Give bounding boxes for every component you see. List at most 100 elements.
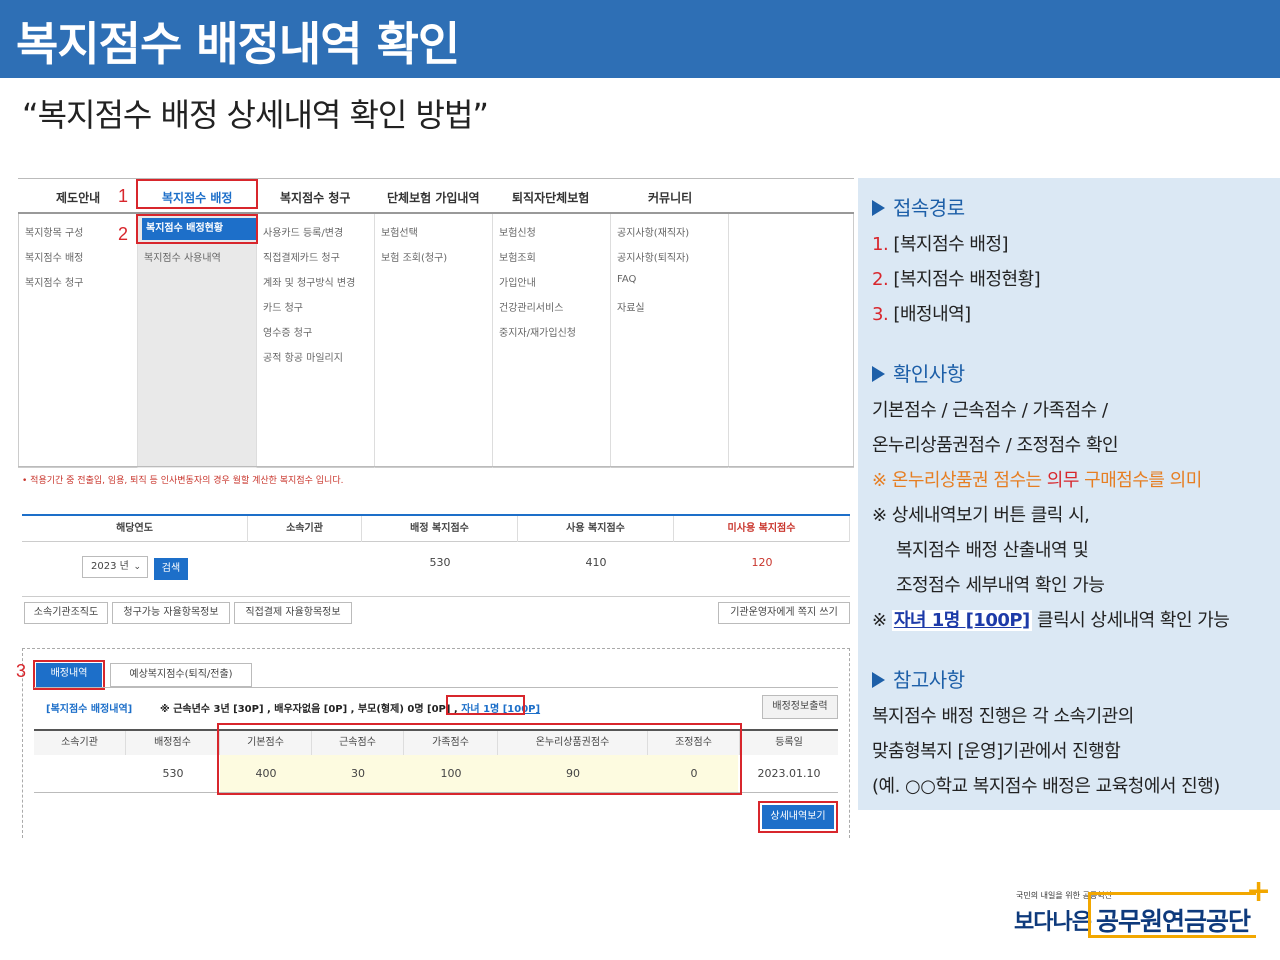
print-assignment-button[interactable]: 배정정보출력 bbox=[762, 695, 838, 719]
menu-item[interactable]: 공지사항(퇴직자) bbox=[617, 249, 689, 264]
logo-brand-name: 공무원연금공단 bbox=[1096, 907, 1251, 936]
menu-item[interactable]: 복지점수 청구 bbox=[25, 274, 83, 289]
menu-item[interactable]: FAQ bbox=[617, 274, 636, 285]
menu-item[interactable]: 복지항목 구성 bbox=[25, 224, 83, 239]
note-text: 구매점수를 의미 bbox=[1078, 470, 1202, 491]
heading-text: 참고사항 bbox=[893, 668, 965, 692]
step-number-2: 2 bbox=[118, 224, 129, 244]
menu-column-welfare-assign: 복지점수 배정현황 복지점수 사용내역 bbox=[138, 214, 257, 468]
divider bbox=[18, 466, 854, 467]
note-detail-line-3: 조정점수 세부내역 확인 가능 bbox=[896, 575, 1105, 596]
nav-item-welfare-claim[interactable]: 복지점수 청구 bbox=[280, 189, 350, 206]
menu-item[interactable]: 영수증 청구 bbox=[263, 324, 312, 339]
table-cell: 2023.01.10 bbox=[757, 767, 821, 780]
check-line-1: 기본점수 / 근속점수 / 가족점수 / bbox=[872, 400, 1108, 421]
menu-item[interactable]: 보험조회 bbox=[499, 249, 536, 264]
menu-item[interactable]: 복지점수 사용내역 bbox=[144, 249, 221, 264]
menu-item[interactable]: 자료실 bbox=[617, 299, 645, 314]
unused-points: 120 bbox=[751, 556, 773, 569]
route-step-2: 2. [복지점수 배정현황] bbox=[872, 265, 1041, 291]
menu-item[interactable]: 직접결제카드 청구 bbox=[263, 249, 340, 264]
column-header: 사용 복지점수 bbox=[518, 516, 674, 542]
assigned-points: 530 bbox=[429, 556, 451, 569]
step-number-3: 3 bbox=[16, 661, 27, 681]
note-child-link: ※ 자녀 1명 [100P] 클릭시 상세내역 확인 가능 bbox=[872, 606, 1230, 632]
notice-text: • 적용기간 중 전출입, 임용, 퇴직 등 인사변동자의 경우 월할 계산한 … bbox=[22, 476, 344, 486]
step-text: [배정내역] bbox=[893, 304, 971, 325]
menu-column-welfare-claim: 사용카드 등록/변경 직접결제카드 청구 계좌 및 청구방식 변경 카드 청구 … bbox=[257, 214, 375, 468]
column-header: 해당연도 bbox=[22, 516, 248, 542]
org-chart-button[interactable]: 소속기관조직도 bbox=[24, 602, 108, 624]
menu-item[interactable]: 건강관리서비스 bbox=[499, 299, 563, 314]
mega-menu: 복지항목 구성 복지점수 배정 복지점수 청구 복지점수 배정현황 복지점수 사… bbox=[18, 214, 854, 468]
year-select[interactable]: 2023 년 ⌄ bbox=[82, 556, 148, 578]
step-number: 2. bbox=[872, 269, 889, 290]
message-admin-button[interactable]: 기관운영자에게 쪽지 쓰기 bbox=[718, 602, 850, 624]
section-heading-check: 확인사항 bbox=[872, 358, 965, 387]
route-step-1: 1. [복지점수 배정] bbox=[872, 230, 1009, 256]
step-text: [복지점수 배정현황] bbox=[893, 269, 1041, 290]
note-emphasis: 의무 bbox=[1046, 470, 1080, 491]
nav-item-retiree-insurance[interactable]: 퇴직자단체보험 bbox=[512, 189, 589, 206]
claimable-items-button[interactable]: 청구가능 자율항목정보 bbox=[112, 602, 230, 624]
tab-underline bbox=[34, 687, 838, 688]
year-summary-table: 해당연도 소속기관 배정 복지점수 사용 복지점수 미사용 복지점수 2023 … bbox=[22, 514, 850, 597]
nav-item-guide[interactable]: 제도안내 bbox=[56, 189, 100, 206]
screenshot-panel: 제도안내 복지점수 배정 복지점수 청구 단체보험 가입내역 퇴직자단체보험 커… bbox=[0, 170, 860, 850]
menu-item[interactable]: 보험신청 bbox=[499, 224, 536, 239]
used-points: 410 bbox=[585, 556, 607, 569]
highlight-box-tab bbox=[33, 660, 105, 690]
logo-brand-better: 보다나은 bbox=[1014, 910, 1092, 935]
highlight-box-scores bbox=[217, 723, 742, 795]
menu-item[interactable]: 복지점수 배정 bbox=[25, 249, 83, 264]
menu-item[interactable]: 카드 청구 bbox=[263, 299, 303, 314]
menu-item[interactable]: 공적 항공 마일리지 bbox=[263, 349, 343, 364]
info-label: [복지점수 배정내역] bbox=[46, 704, 133, 715]
menu-column-guide: 복지항목 구성 복지점수 배정 복지점수 청구 bbox=[19, 214, 138, 468]
nav-item-community[interactable]: 커뮤니티 bbox=[648, 189, 692, 206]
chevron-down-icon: ⌄ bbox=[133, 562, 141, 572]
step-number: 3. bbox=[872, 304, 889, 325]
info-basis: ※ 근속년수 3년 [30P] , 배우자없음 [0P] , 부모(형제) 0명… bbox=[160, 704, 458, 715]
column-header: 소속기관 bbox=[34, 731, 126, 755]
triangle-bullet-icon bbox=[872, 200, 885, 216]
menu-item[interactable]: 보험선택 bbox=[381, 224, 418, 239]
year-select-value: 2023 년 bbox=[91, 561, 129, 572]
logo-plus-icon: + bbox=[1246, 874, 1272, 909]
note-text: ※ 온누리상품권 점수는 bbox=[872, 470, 1047, 491]
note-onnuri: ※ 온누리상품권 점수는 의무 구매점수를 의미 bbox=[872, 466, 1202, 492]
triangle-bullet-icon bbox=[872, 672, 885, 688]
highlight-box-detail bbox=[758, 801, 838, 833]
menu-item[interactable]: 공지사항(재직자) bbox=[617, 224, 689, 239]
search-button[interactable]: 검색 bbox=[154, 558, 188, 580]
column-header: 소속기관 bbox=[248, 516, 362, 542]
menu-item[interactable]: 가입안내 bbox=[499, 274, 536, 289]
explanation-panel: 접속경로 1. [복지점수 배정] 2. [복지점수 배정현황] 3. [배정내… bbox=[858, 178, 1280, 810]
step-number: 1. bbox=[872, 234, 889, 255]
nav-item-group-insurance[interactable]: 단체보험 가입내역 bbox=[387, 189, 480, 206]
column-header: 배정점수 bbox=[126, 731, 220, 755]
tab-expected-points[interactable]: 예상복지점수(퇴직/전출) bbox=[110, 663, 252, 687]
title-bar: 복지점수 배정내역 확인 bbox=[0, 0, 1280, 78]
step-text: [복지점수 배정] bbox=[893, 234, 1009, 255]
subtitle-text: “복지점수 배정 상세내역 확인 방법” bbox=[22, 96, 489, 134]
menu-item[interactable]: 계좌 및 청구방식 변경 bbox=[263, 274, 355, 289]
child-link-sample: 자녀 1명 [100P] bbox=[891, 610, 1032, 631]
direct-pay-items-button[interactable]: 직접결제 자율항목정보 bbox=[234, 602, 352, 624]
route-step-3: 3. [배정내역] bbox=[872, 300, 971, 326]
table-cell: 530 bbox=[162, 767, 184, 780]
menu-item[interactable]: 보험 조회(청구) bbox=[381, 249, 447, 264]
menu-column-retiree-insurance: 보험신청 보험조회 가입안내 건강관리서비스 중지자/재가입신청 bbox=[493, 214, 611, 468]
section-heading-reference: 참고사항 bbox=[872, 664, 965, 693]
triangle-bullet-icon bbox=[872, 366, 885, 382]
note-detail-button: ※ 상세내역보기 버튼 클릭 시, bbox=[872, 505, 1090, 526]
gepco-logo: 국민의 내일을 위한 공공혁신 보다나은 공무원연금공단 + bbox=[1010, 874, 1271, 944]
note-text: 클릭시 상세내역 확인 가능 bbox=[1037, 610, 1230, 631]
reference-line-3: (예. ○○학교 복지점수 배정은 교육청에서 진행) bbox=[872, 776, 1220, 797]
menu-item[interactable]: 중지자/재가입신청 bbox=[499, 324, 576, 339]
highlight-box-menu bbox=[136, 214, 258, 244]
page-title: 복지점수 배정내역 확인 bbox=[16, 17, 460, 71]
column-header: 배정 복지점수 bbox=[362, 516, 518, 542]
menu-item[interactable]: 사용카드 등록/변경 bbox=[263, 224, 343, 239]
reference-line-2: 맞춤형복지 [운영]기관에서 진행함 bbox=[872, 741, 1121, 762]
